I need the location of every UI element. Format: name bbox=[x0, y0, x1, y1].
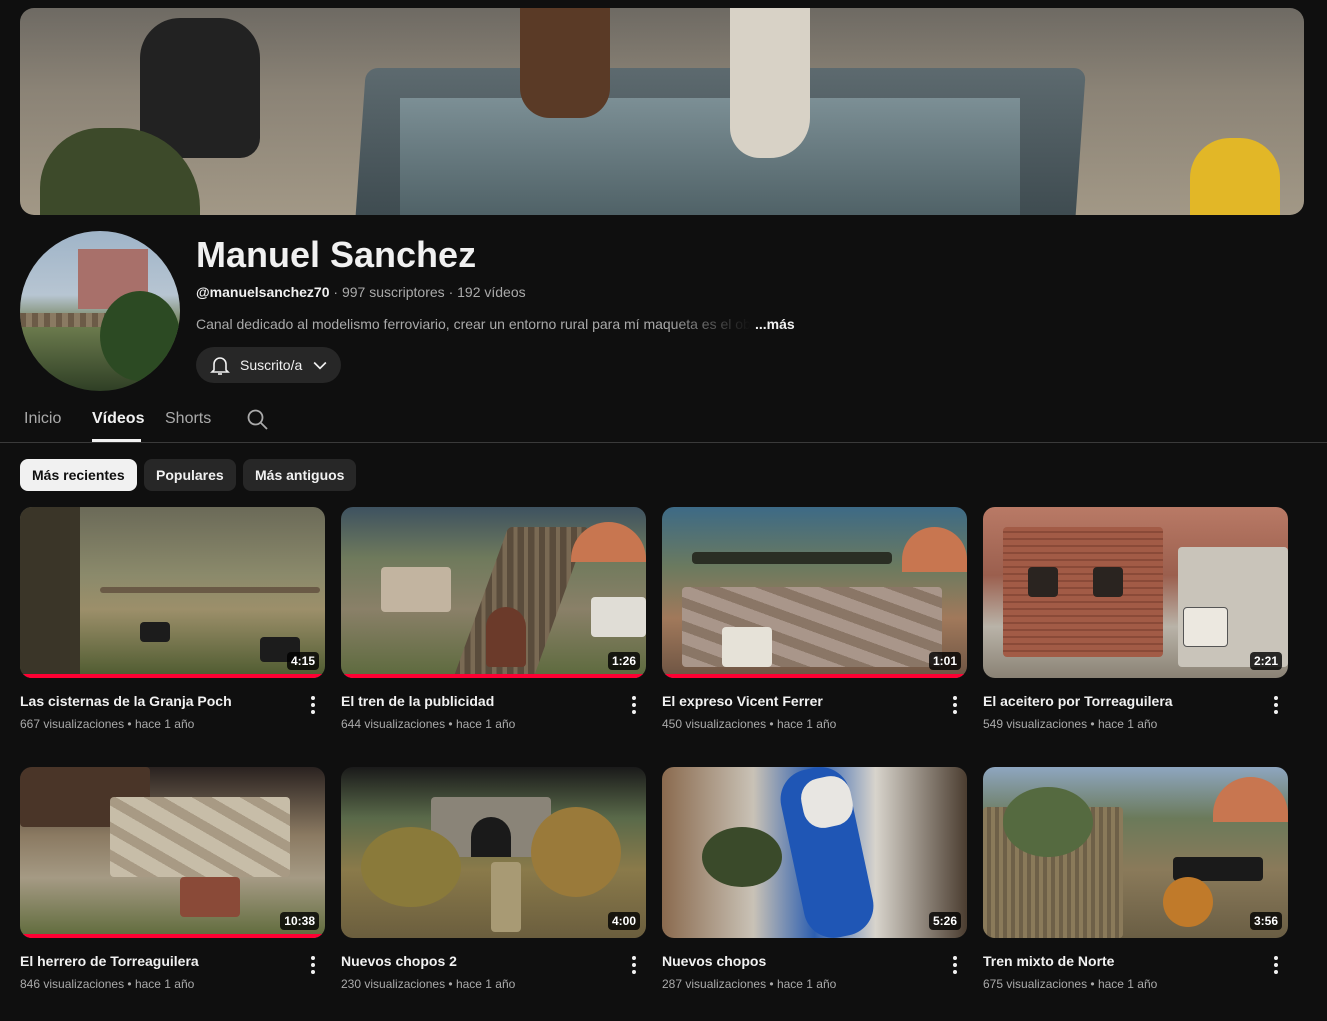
video-meta: 287 visualizaciones • hace 1 año bbox=[662, 977, 837, 991]
video-title[interactable]: Nuevos chopos bbox=[662, 951, 967, 971]
video-card[interactable]: 2:21 El aceitero por Torreaguilera 549 v… bbox=[983, 507, 1288, 731]
more-vert-icon[interactable] bbox=[1264, 693, 1288, 717]
video-views: 450 visualizaciones bbox=[662, 717, 767, 731]
video-title[interactable]: Tren mixto de Norte bbox=[983, 951, 1288, 971]
video-meta: 675 visualizaciones • hace 1 año bbox=[983, 977, 1158, 991]
more-link[interactable]: ...más bbox=[755, 316, 795, 332]
video-title[interactable]: El expreso Vicent Ferrer bbox=[662, 691, 967, 711]
video-meta: 846 visualizaciones • hace 1 año bbox=[20, 977, 195, 991]
chip-oldest[interactable]: Más antiguos bbox=[243, 459, 357, 491]
meta-separator: · bbox=[448, 284, 454, 300]
more-vert-icon[interactable] bbox=[301, 693, 325, 717]
more-vert-icon[interactable] bbox=[301, 953, 325, 977]
video-views: 549 visualizaciones bbox=[983, 717, 1088, 731]
meta-separator: · bbox=[333, 284, 339, 300]
bell-icon bbox=[210, 357, 230, 375]
video-thumbnail[interactable]: 4:00 bbox=[341, 767, 646, 938]
more-vert-icon[interactable] bbox=[622, 953, 646, 977]
more-vert-icon[interactable] bbox=[943, 693, 967, 717]
video-age: hace 1 año bbox=[776, 717, 837, 731]
channel-tabs: Inicio Vídeos Shorts bbox=[0, 398, 1327, 443]
watch-progress bbox=[662, 674, 967, 678]
video-thumbnail[interactable]: 2:21 bbox=[983, 507, 1288, 678]
video-title[interactable]: El herrero de Torreaguilera bbox=[20, 951, 325, 971]
video-age: hace 1 año bbox=[1097, 977, 1158, 991]
tab-shorts[interactable]: Shorts bbox=[165, 410, 211, 428]
search-icon[interactable] bbox=[245, 407, 269, 431]
channel-description-text: Canal dedicado al modelismo ferroviario,… bbox=[196, 316, 751, 332]
video-age: hace 1 año bbox=[776, 977, 837, 991]
channel-avatar[interactable] bbox=[20, 231, 180, 391]
video-meta: 644 visualizaciones • hace 1 año bbox=[341, 717, 516, 731]
video-duration: 1:26 bbox=[607, 652, 640, 670]
video-duration: 4:00 bbox=[607, 912, 640, 930]
video-card[interactable]: 3:56 Tren mixto de Norte 675 visualizaci… bbox=[983, 767, 1288, 991]
video-meta: 450 visualizaciones • hace 1 año bbox=[662, 717, 837, 731]
video-card[interactable]: 5:26 Nuevos chopos 287 visualizaciones •… bbox=[662, 767, 967, 991]
video-duration: 5:26 bbox=[928, 912, 961, 930]
video-title[interactable]: El aceitero por Torreaguilera bbox=[983, 691, 1288, 711]
chevron-down-icon bbox=[313, 361, 327, 370]
video-meta: 667 visualizaciones • hace 1 año bbox=[20, 717, 195, 731]
video-meta: 549 visualizaciones • hace 1 año bbox=[983, 717, 1158, 731]
channel-name: Manuel Sanchez bbox=[196, 234, 477, 275]
video-card[interactable]: 4:15 Las cisternas de la Granja Poch 667… bbox=[20, 507, 325, 731]
video-thumbnail[interactable]: 4:15 bbox=[20, 507, 325, 678]
video-age: hace 1 año bbox=[134, 977, 195, 991]
video-views: 644 visualizaciones bbox=[341, 717, 446, 731]
video-age: hace 1 año bbox=[455, 717, 516, 731]
channel-description[interactable]: Canal dedicado al modelismo ferroviario,… bbox=[196, 316, 795, 332]
watch-progress bbox=[20, 934, 325, 938]
video-count: 192 vídeos bbox=[457, 284, 526, 300]
video-card[interactable]: 1:01 El expreso Vicent Ferrer 450 visual… bbox=[662, 507, 967, 731]
video-card[interactable]: 4:00 Nuevos chopos 2 230 visualizaciones… bbox=[341, 767, 646, 991]
chip-most-recent[interactable]: Más recientes bbox=[20, 459, 137, 491]
video-title[interactable]: Las cisternas de la Granja Poch bbox=[20, 691, 325, 711]
watch-progress bbox=[341, 674, 646, 678]
video-thumbnail[interactable]: 3:56 bbox=[983, 767, 1288, 938]
subscribed-button[interactable]: Suscrito/a bbox=[196, 347, 341, 383]
video-duration: 4:15 bbox=[286, 652, 319, 670]
video-age: hace 1 año bbox=[455, 977, 516, 991]
video-duration: 1:01 bbox=[928, 652, 961, 670]
video-views: 675 visualizaciones bbox=[983, 977, 1088, 991]
channel-banner bbox=[20, 8, 1304, 215]
video-views: 846 visualizaciones bbox=[20, 977, 125, 991]
video-title[interactable]: Nuevos chopos 2 bbox=[341, 951, 646, 971]
more-vert-icon[interactable] bbox=[943, 953, 967, 977]
video-thumbnail[interactable]: 10:38 bbox=[20, 767, 325, 938]
channel-handle[interactable]: @manuelsanchez70 bbox=[196, 284, 330, 300]
tab-videos[interactable]: Vídeos bbox=[92, 410, 144, 428]
video-thumbnail[interactable]: 1:26 bbox=[341, 507, 646, 678]
video-duration: 2:21 bbox=[1249, 652, 1282, 670]
video-thumbnail[interactable]: 1:01 bbox=[662, 507, 967, 678]
video-views: 287 visualizaciones bbox=[662, 977, 767, 991]
video-views: 667 visualizaciones bbox=[20, 717, 125, 731]
video-card[interactable]: 10:38 El herrero de Torreaguilera 846 vi… bbox=[20, 767, 325, 991]
chip-popular[interactable]: Populares bbox=[144, 459, 236, 491]
video-thumbnail[interactable]: 5:26 bbox=[662, 767, 967, 938]
video-age: hace 1 año bbox=[134, 717, 195, 731]
subscribed-label: Suscrito/a bbox=[240, 357, 303, 373]
more-vert-icon[interactable] bbox=[1264, 953, 1288, 977]
video-meta: 230 visualizaciones • hace 1 año bbox=[341, 977, 516, 991]
tab-inicio[interactable]: Inicio bbox=[24, 410, 61, 428]
subscriber-count: 997 suscriptores bbox=[341, 284, 445, 300]
more-vert-icon[interactable] bbox=[622, 693, 646, 717]
video-views: 230 visualizaciones bbox=[341, 977, 446, 991]
video-title[interactable]: El tren de la publicidad bbox=[341, 691, 646, 711]
video-duration: 3:56 bbox=[1249, 912, 1282, 930]
channel-meta: @manuelsanchez70 · 997 suscriptores · 19… bbox=[196, 284, 526, 300]
active-tab-indicator bbox=[92, 439, 141, 442]
video-age: hace 1 año bbox=[1097, 717, 1158, 731]
video-card[interactable]: 1:26 El tren de la publicidad 644 visual… bbox=[341, 507, 646, 731]
watch-progress bbox=[20, 674, 325, 678]
video-duration: 10:38 bbox=[280, 912, 319, 930]
